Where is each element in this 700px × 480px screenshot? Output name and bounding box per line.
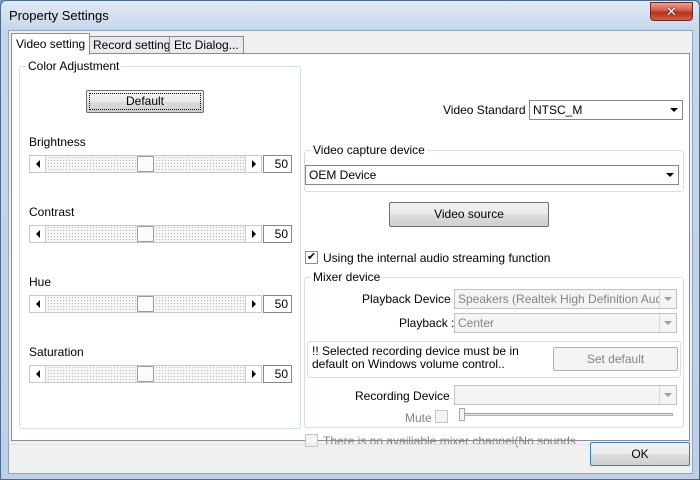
video-standard-value: NTSC_M — [533, 103, 583, 117]
close-button[interactable]: ✕ — [650, 2, 693, 21]
tab-video-setting[interactable]: Video setting — [11, 33, 91, 55]
chevron-down-icon[interactable] — [665, 101, 682, 119]
playback-device-select[interactable]: Speakers (Realtek High Definition Audio) — [454, 289, 677, 309]
scroll-left-icon[interactable] — [30, 366, 46, 382]
playback-device-label: Playback Device : — [362, 292, 458, 306]
recording-notice-text: !! Selected recording device must be in … — [312, 344, 519, 371]
hue-slider[interactable] — [29, 295, 262, 313]
recording-volume-track[interactable] — [463, 413, 673, 416]
contrast-slider-thumb[interactable] — [137, 226, 154, 242]
saturation-value: 50 — [263, 365, 292, 383]
hue-label: Hue — [29, 275, 52, 289]
mixer-device-group: Mixer device Playback Device : Speakers … — [304, 270, 684, 428]
playback-label: Playback : — [399, 316, 455, 330]
tab-record-setting[interactable]: Record setting — [88, 36, 176, 54]
mute-label: Mute — [405, 411, 432, 425]
video-capture-device-label: Video capture device — [311, 143, 427, 157]
audio-streaming-checkbox[interactable]: ✔ — [305, 251, 318, 264]
video-standard-label: Video Standard : — [443, 103, 533, 117]
property-settings-window: Property Settings ✕ Video setting Record… — [0, 0, 700, 480]
saturation-slider-thumb[interactable] — [137, 366, 154, 382]
color-adjustment-group: Color Adjustment Default Brightness 50 C… — [19, 59, 301, 429]
saturation-label: Saturation — [29, 345, 84, 359]
scroll-left-icon[interactable] — [30, 226, 46, 242]
tab-etc-dialog[interactable]: Etc Dialog... — [169, 36, 244, 54]
hue-slider-thumb[interactable] — [137, 296, 154, 312]
brightness-value: 50 — [263, 155, 292, 173]
scroll-right-icon[interactable] — [245, 366, 261, 382]
window-title: Property Settings — [9, 8, 109, 23]
ok-button[interactable]: OK — [590, 442, 690, 466]
chevron-down-icon[interactable] — [659, 290, 676, 308]
chevron-down-icon[interactable] — [659, 386, 676, 404]
contrast-value: 50 — [263, 225, 292, 243]
title-bar[interactable]: Property Settings ✕ — [1, 1, 699, 31]
scroll-left-icon[interactable] — [30, 156, 46, 172]
capture-device-select[interactable]: OEM Device — [305, 165, 679, 185]
set-default-button[interactable]: Set default — [553, 347, 678, 371]
recording-volume-thumb[interactable] — [459, 408, 465, 421]
recording-device-label: Recording Device : — [355, 389, 457, 403]
scroll-right-icon[interactable] — [245, 226, 261, 242]
scroll-left-icon[interactable] — [30, 296, 46, 312]
no-mixer-channel-checkbox[interactable] — [305, 434, 318, 447]
brightness-label: Brightness — [29, 135, 86, 149]
no-mixer-channel-label: There is no availiable mixer channel(No … — [323, 434, 576, 448]
video-source-button[interactable]: Video source — [389, 202, 549, 227]
contrast-slider[interactable] — [29, 225, 262, 243]
dialog-client-area: Video setting Record setting Etc Dialog.… — [8, 30, 693, 474]
playback-device-value: Speakers (Realtek High Definition Audio) — [458, 292, 676, 306]
scroll-right-icon[interactable] — [245, 156, 261, 172]
chevron-down-icon[interactable] — [661, 166, 678, 184]
contrast-label: Contrast — [29, 205, 75, 219]
audio-streaming-label[interactable]: Using the internal audio streaming funct… — [323, 251, 550, 265]
recording-notice-box: !! Selected recording device must be in … — [307, 341, 681, 378]
chevron-down-icon[interactable] — [659, 314, 676, 332]
brightness-slider[interactable] — [29, 155, 262, 173]
hue-value: 50 — [263, 295, 292, 313]
video-standard-select[interactable]: NTSC_M — [529, 100, 683, 120]
playback-value: Center — [458, 316, 495, 330]
mixer-device-label: Mixer device — [311, 270, 383, 284]
color-adjustment-label: Color Adjustment — [26, 59, 122, 73]
saturation-slider[interactable] — [29, 365, 262, 383]
playback-select[interactable]: Center — [454, 313, 677, 333]
mute-checkbox[interactable] — [435, 410, 448, 423]
video-setting-panel: Color Adjustment Default Brightness 50 C… — [11, 53, 690, 448]
scroll-right-icon[interactable] — [245, 296, 261, 312]
default-button[interactable]: Default — [86, 90, 204, 113]
video-capture-device-group: Video capture device OEM Device — [304, 143, 684, 192]
recording-device-select[interactable] — [454, 385, 677, 405]
brightness-slider-thumb[interactable] — [137, 156, 154, 172]
close-icon: ✕ — [666, 4, 677, 19]
capture-device-value: OEM Device — [309, 168, 377, 182]
